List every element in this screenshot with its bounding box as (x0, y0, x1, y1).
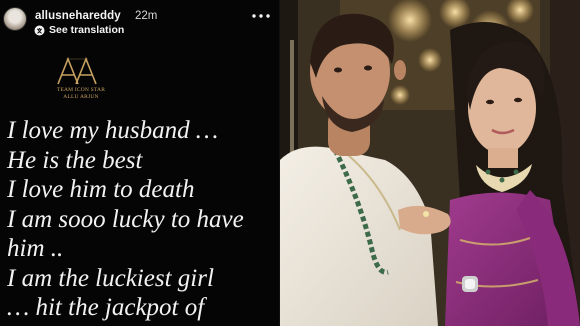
message-line: He is the best (7, 146, 143, 174)
story-message: I love my husband … He is the best I lov… (7, 116, 279, 323)
username[interactable]: allusnehareddy (35, 10, 121, 22)
logo-monogram (57, 56, 97, 85)
see-translation-label: See translation (49, 24, 125, 36)
story-panel: allusnehareddy 22m See translation TEAM … (0, 0, 279, 326)
couple-photo-illustration (280, 0, 580, 326)
logo-text-line2: ALLU ARJUN (63, 94, 99, 100)
message-line: I am sooo lucky to have (7, 205, 244, 233)
avatar[interactable] (3, 7, 27, 31)
see-translation-button[interactable]: See translation (34, 23, 124, 37)
story-header: allusnehareddy 22m See translation (0, 0, 279, 44)
team-logo: TEAM ICON STAR ALLU ARJUN (52, 56, 110, 102)
translate-icon (34, 25, 45, 35)
message-line: I love him to death (7, 176, 195, 203)
message-line: I love my husband … (7, 117, 219, 144)
couple-photo (280, 0, 580, 326)
message-line: him .. (7, 235, 64, 262)
message-line: I am the luckiest girl (7, 264, 214, 292)
message-line: … hit the jackpot of (7, 294, 205, 321)
more-horizontal-icon[interactable] (250, 9, 272, 23)
logo-text-line1: TEAM ICON STAR (56, 87, 106, 93)
story-timestamp: 22m (135, 10, 158, 22)
